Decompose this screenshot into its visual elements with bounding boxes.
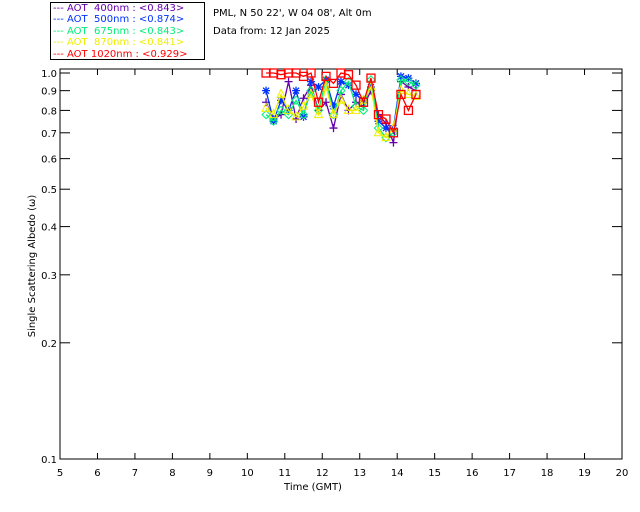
x-tick-label: 18 — [541, 468, 554, 479]
x-tick-label: 9 — [207, 468, 213, 479]
y-tick-label: 0.3 — [41, 271, 57, 282]
x-tick-label: 13 — [353, 468, 366, 479]
marker-plus — [284, 77, 293, 86]
x-tick-label: 16 — [466, 468, 479, 479]
y-tick-label: 0.7 — [41, 129, 57, 140]
x-tick-label: 17 — [503, 468, 516, 479]
x-tick-label: 20 — [616, 468, 629, 479]
y-axis-label: Single Scattering Albedo (ω) — [27, 195, 38, 338]
y-tick-label: 0.6 — [41, 155, 57, 166]
x-tick-label: 14 — [391, 468, 404, 479]
x-tick-label: 7 — [132, 468, 138, 479]
marker-plus — [329, 124, 338, 133]
x-tick-label: 10 — [241, 468, 254, 479]
x-tick-label: 12 — [316, 468, 329, 479]
y-tick-label: 0.1 — [41, 455, 57, 466]
x-tick-label: 8 — [169, 468, 175, 479]
x-tick-label: 11 — [278, 468, 291, 479]
marker-asterisk — [292, 86, 301, 95]
x-axis-label: Time (GMT) — [283, 482, 342, 493]
plot-frame — [59, 68, 623, 460]
plot-area: Time (GMT) Single Scattering Albedo (ω) … — [27, 68, 629, 493]
x-tick-label: 15 — [428, 468, 441, 479]
y-tick-label: 1.0 — [41, 69, 57, 80]
x-tick-label: 6 — [94, 468, 100, 479]
y-tick-label: 0.5 — [41, 185, 57, 196]
y-tick-label: 0.8 — [41, 106, 57, 117]
marker-plus — [389, 138, 398, 147]
x-tick-label: 5 — [57, 468, 63, 479]
x-tick-label: 19 — [578, 468, 591, 479]
chart: --- AOT 400nm : <0.843> --- AOT 500nm : … — [0, 0, 640, 512]
y-tick-label: 0.2 — [41, 339, 57, 350]
marker-asterisk — [262, 86, 271, 95]
y-tick-label: 0.4 — [41, 223, 57, 234]
y-tick-label: 0.9 — [41, 87, 57, 98]
